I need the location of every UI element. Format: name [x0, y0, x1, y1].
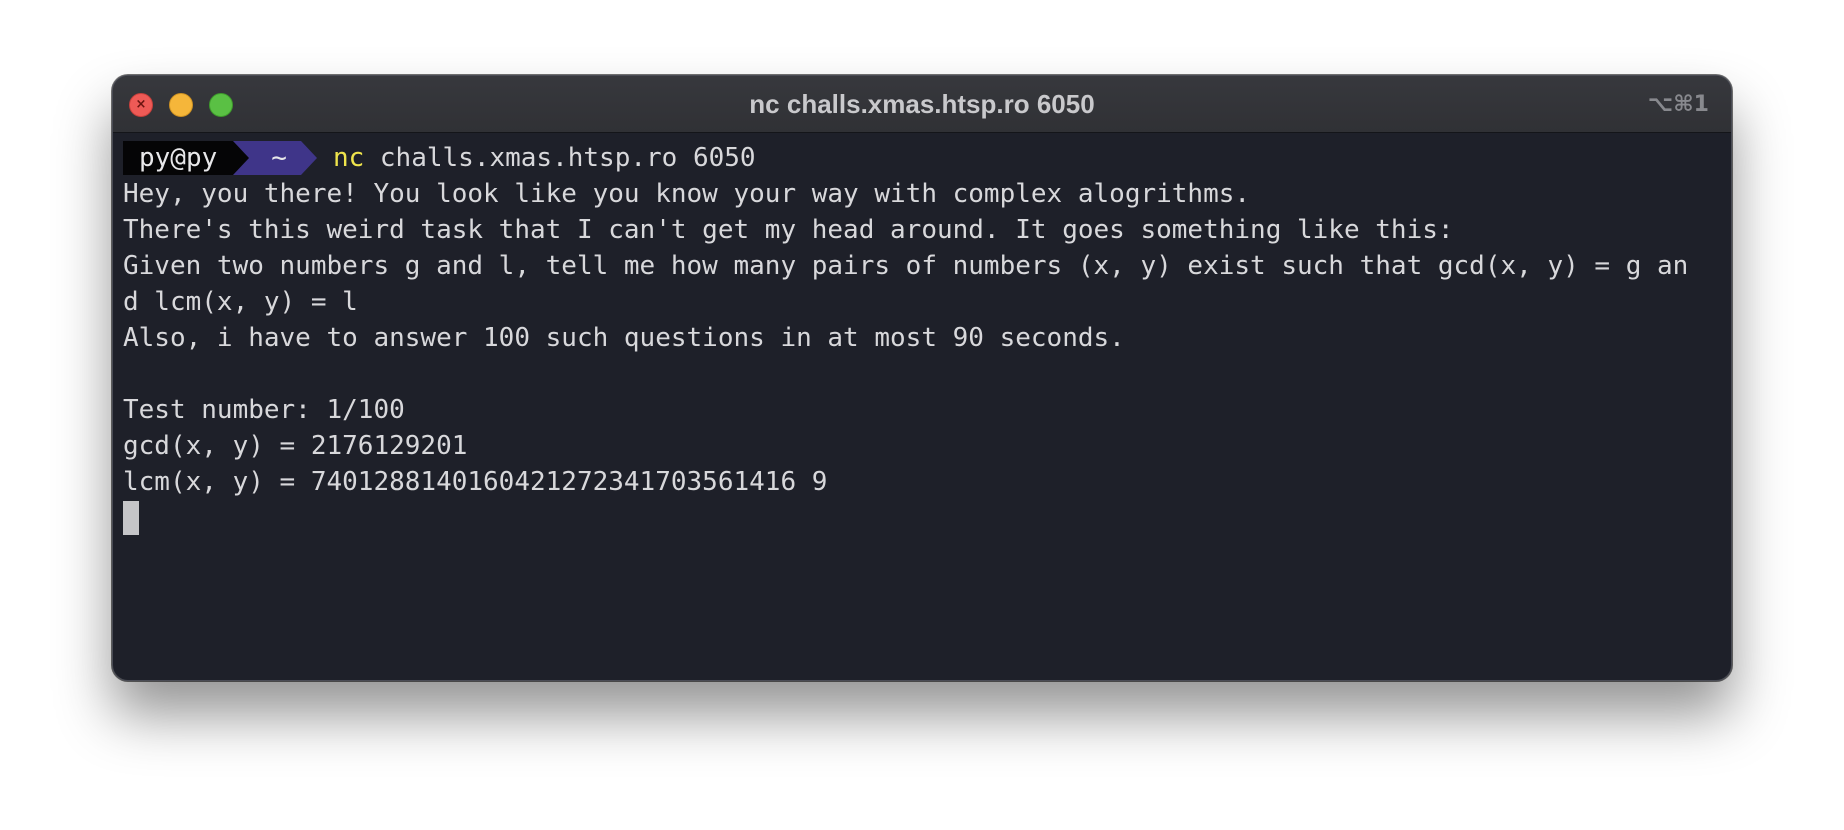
text-cursor	[123, 501, 139, 535]
prompt-directory: ~	[249, 141, 301, 175]
window-shortcut-hint: ⌥⌘1	[1647, 92, 1709, 117]
output-line: Hey, you there! You look like you know y…	[123, 179, 1251, 209]
output-line: gcd(x, y) = 2176129201	[123, 431, 468, 461]
output-line: d lcm(x, y) = l	[123, 287, 358, 317]
output-line: Test number: 1/100	[123, 395, 405, 425]
prompt-user-host: py@py	[123, 141, 234, 175]
terminal-content[interactable]: py@py ~ nc challs.xmas.htsp.ro 6050 Hey,…	[123, 140, 1723, 680]
title-bar[interactable]: × nc challs.xmas.htsp.ro 6050 ⌥⌘1	[113, 76, 1731, 133]
output-line: Given two numbers g and l, tell me how m…	[123, 251, 1689, 281]
prompt-separator-icon	[233, 141, 250, 175]
output-line: lcm(x, y) = 7401288140160421272341703561…	[123, 467, 828, 497]
window-title: nc challs.xmas.htsp.ro 6050	[749, 89, 1095, 119]
output-line: There's this weird task that I can't get…	[123, 215, 1454, 245]
prompt-line: py@py ~ nc challs.xmas.htsp.ro 6050	[123, 140, 1723, 176]
prompt-end-icon	[300, 141, 317, 175]
command-arguments: challs.xmas.htsp.ro 6050	[364, 143, 756, 173]
output-line: Also, i have to answer 100 such question…	[123, 323, 1125, 353]
terminal-window: × nc challs.xmas.htsp.ro 6050 ⌥⌘1 py@py …	[112, 75, 1732, 681]
command-name: nc	[332, 143, 365, 173]
